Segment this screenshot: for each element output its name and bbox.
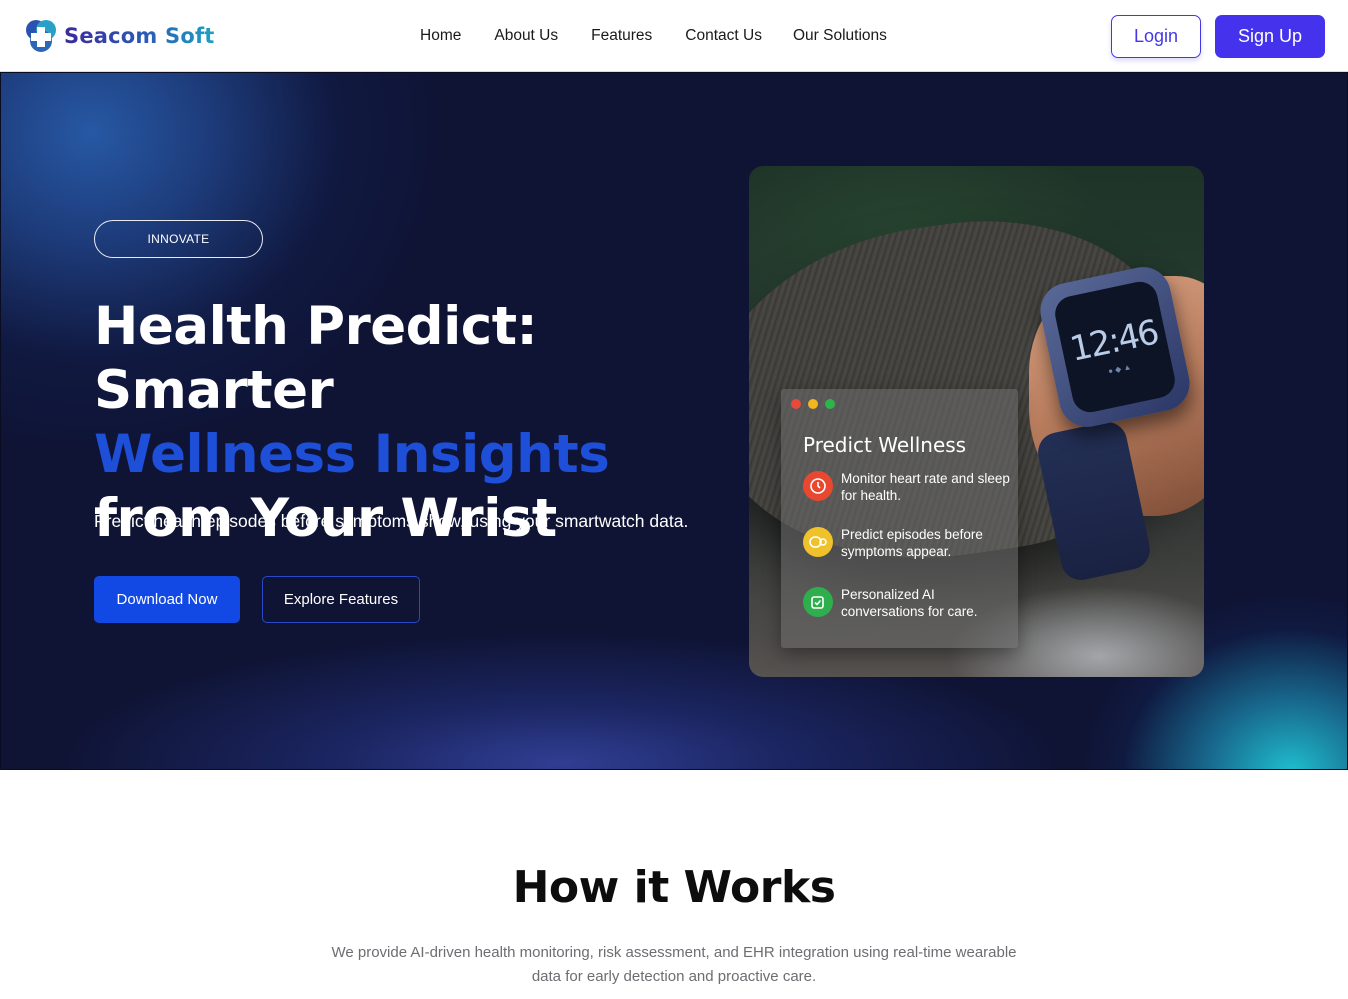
top-navbar: Seacom Soft Home About Us Features Conta… [0,0,1348,72]
brand-name: Seacom Soft [64,24,215,48]
nav-link-contact-us[interactable]: Contact Us [685,27,762,45]
nav-link-home[interactable]: Home [420,27,461,45]
predict-wellness-card: Predict Wellness Monitor heart rate and … [781,389,1018,648]
card-feature-text: Predict episodes before symptoms appear. [841,527,983,559]
watch-screen: 12:46 ● ◆ ▲ [1051,278,1179,416]
hero-section: INNOVATE Health Predict: Smarter Wellnes… [0,72,1348,770]
window-dot-yellow-icon [808,399,818,409]
main-nav: Home About Us Features Contact Us Our So… [420,27,887,45]
card-feature-item: Predict episodes before symptoms appear. [803,526,1013,560]
headline-accent: Wellness Insights [94,424,610,485]
innovate-pill: INNOVATE [94,220,263,258]
nav-link-features[interactable]: Features [591,27,652,45]
explore-features-button[interactable]: Explore Features [262,576,420,623]
window-dot-green-icon [825,399,835,409]
login-button[interactable]: Login [1111,15,1201,58]
window-dots [791,399,835,409]
smartwatch-photo: 12:46 ● ◆ ▲ Predict Wellness Monitor hea… [749,166,1204,677]
medical-cross-logo-icon [26,20,56,52]
signup-button[interactable]: Sign Up [1215,15,1325,58]
brand-logo[interactable]: Seacom Soft [24,18,215,54]
card-title: Predict Wellness [803,433,967,457]
nav-link-our-solutions[interactable]: Our Solutions [793,27,887,45]
watch-status-icons: ● ◆ ▲ [1107,361,1132,376]
window-dot-red-icon [791,399,801,409]
prediction-icon [803,527,833,557]
how-it-works-description: We provide AI-driven health monitoring, … [331,944,1017,985]
watch-time: 12:46 [1066,311,1161,370]
headline-part-1: Health Predict: Smarter [94,296,538,421]
card-feature-text: Personalized AI conversations for care. [841,587,978,619]
card-feature-item: Monitor heart rate and sleep for health. [803,470,1013,504]
how-it-works-title: How it Works [512,862,836,913]
hero-subtext: Predict health episodes before symptoms … [94,511,689,531]
heart-rate-icon [803,471,833,501]
card-feature-item: Personalized AI conversations for care. [803,586,1013,620]
ai-chat-icon [803,587,833,617]
card-feature-text: Monitor heart rate and sleep for health. [841,471,1010,503]
nav-link-about-us[interactable]: About Us [494,27,558,45]
download-now-button[interactable]: Download Now [94,576,240,623]
